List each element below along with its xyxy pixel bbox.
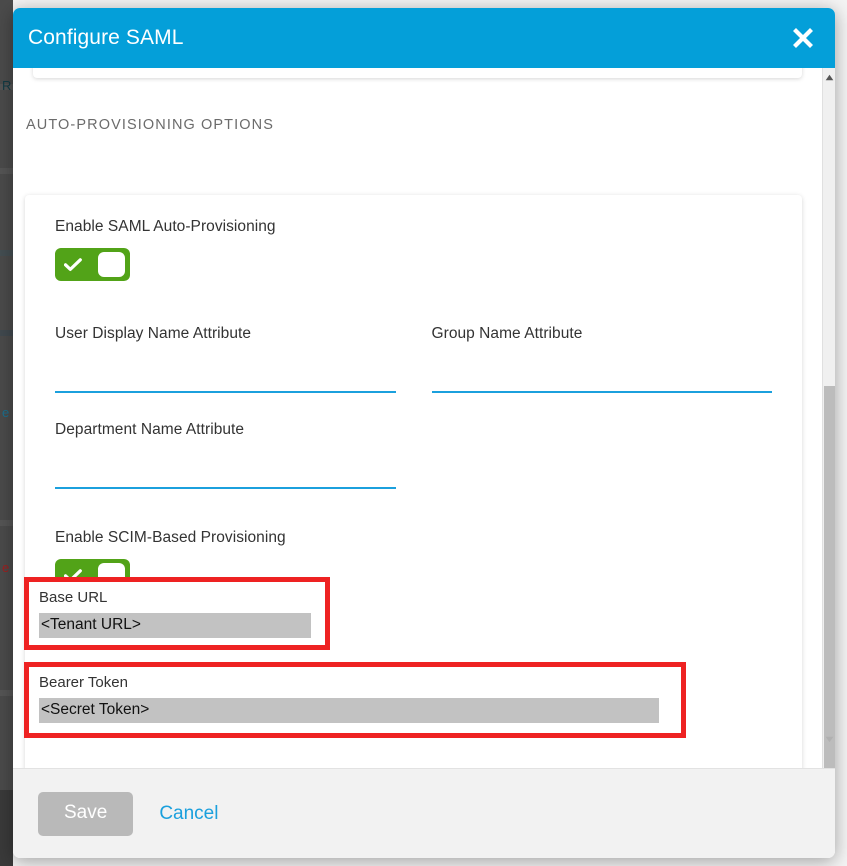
bearer-token-value[interactable]: <Secret Token>: [39, 698, 659, 723]
cancel-button[interactable]: Cancel: [159, 803, 218, 825]
scroll-content: AUTO-PROVISIONING OPTIONS Enable SAML Au…: [13, 68, 822, 768]
check-icon: [60, 258, 86, 272]
saml-autoprovisioning-group: Enable SAML Auto-Provisioning: [55, 218, 772, 281]
modal-footer: Save Cancel: [13, 768, 835, 858]
scroll-down-button[interactable]: [823, 732, 835, 746]
saml-autoprovisioning-label: Enable SAML Auto-Provisioning: [55, 218, 772, 236]
department-name-label: Department Name Attribute: [55, 421, 396, 439]
base-url-annotation: Base URL <Tenant URL>: [24, 577, 330, 650]
background-sidebar-rows: [0, 0, 13, 866]
bearer-token-label: Bearer Token: [39, 674, 671, 691]
user-display-name-input[interactable]: [55, 365, 396, 393]
chevron-up-icon: [825, 68, 834, 86]
user-display-name-label: User Display Name Attribute: [55, 325, 396, 343]
bearer-token-field-group: Bearer Token <Secret Token>: [29, 667, 681, 731]
previous-section-card: [33, 68, 802, 78]
user-display-name-field-group: User Display Name Attribute: [55, 325, 396, 393]
scroll-up-button[interactable]: [823, 70, 835, 84]
attribute-fields-row-1: User Display Name Attribute Group Name A…: [55, 325, 772, 393]
scim-provisioning-label: Enable SCIM-Based Provisioning: [55, 529, 772, 547]
modal-body: AUTO-PROVISIONING OPTIONS Enable SAML Au…: [13, 68, 835, 768]
base-url-value[interactable]: <Tenant URL>: [39, 613, 311, 638]
page-title: Configure SAML: [28, 26, 183, 50]
close-button[interactable]: [785, 20, 821, 56]
spacer-column: [432, 421, 773, 489]
close-icon: [790, 25, 816, 51]
vertical-scrollbar[interactable]: [822, 68, 835, 768]
department-name-input[interactable]: [55, 461, 396, 489]
toggle-knob: [98, 252, 125, 277]
department-name-field-group: Department Name Attribute: [55, 421, 396, 489]
chevron-down-icon: [825, 730, 834, 748]
save-button[interactable]: Save: [38, 792, 133, 836]
attribute-fields-row-2: Department Name Attribute: [55, 421, 772, 489]
saml-autoprovisioning-toggle[interactable]: [55, 248, 130, 281]
section-heading: AUTO-PROVISIONING OPTIONS: [26, 117, 274, 133]
modal-header: Configure SAML: [13, 8, 835, 68]
configure-saml-modal: Configure SAML AUTO-PROVISIONING OPTIONS…: [13, 8, 835, 858]
base-url-field-group: Base URL <Tenant URL>: [29, 582, 325, 646]
group-name-input[interactable]: [432, 365, 773, 393]
group-name-field-group: Group Name Attribute: [432, 325, 773, 393]
group-name-label: Group Name Attribute: [432, 325, 773, 343]
bearer-token-annotation: Bearer Token <Secret Token>: [24, 662, 686, 738]
base-url-label: Base URL: [39, 589, 315, 606]
scrollbar-thumb[interactable]: [824, 386, 835, 768]
auto-provisioning-card: Enable SAML Auto-Provisioning User Displ…: [25, 195, 802, 768]
